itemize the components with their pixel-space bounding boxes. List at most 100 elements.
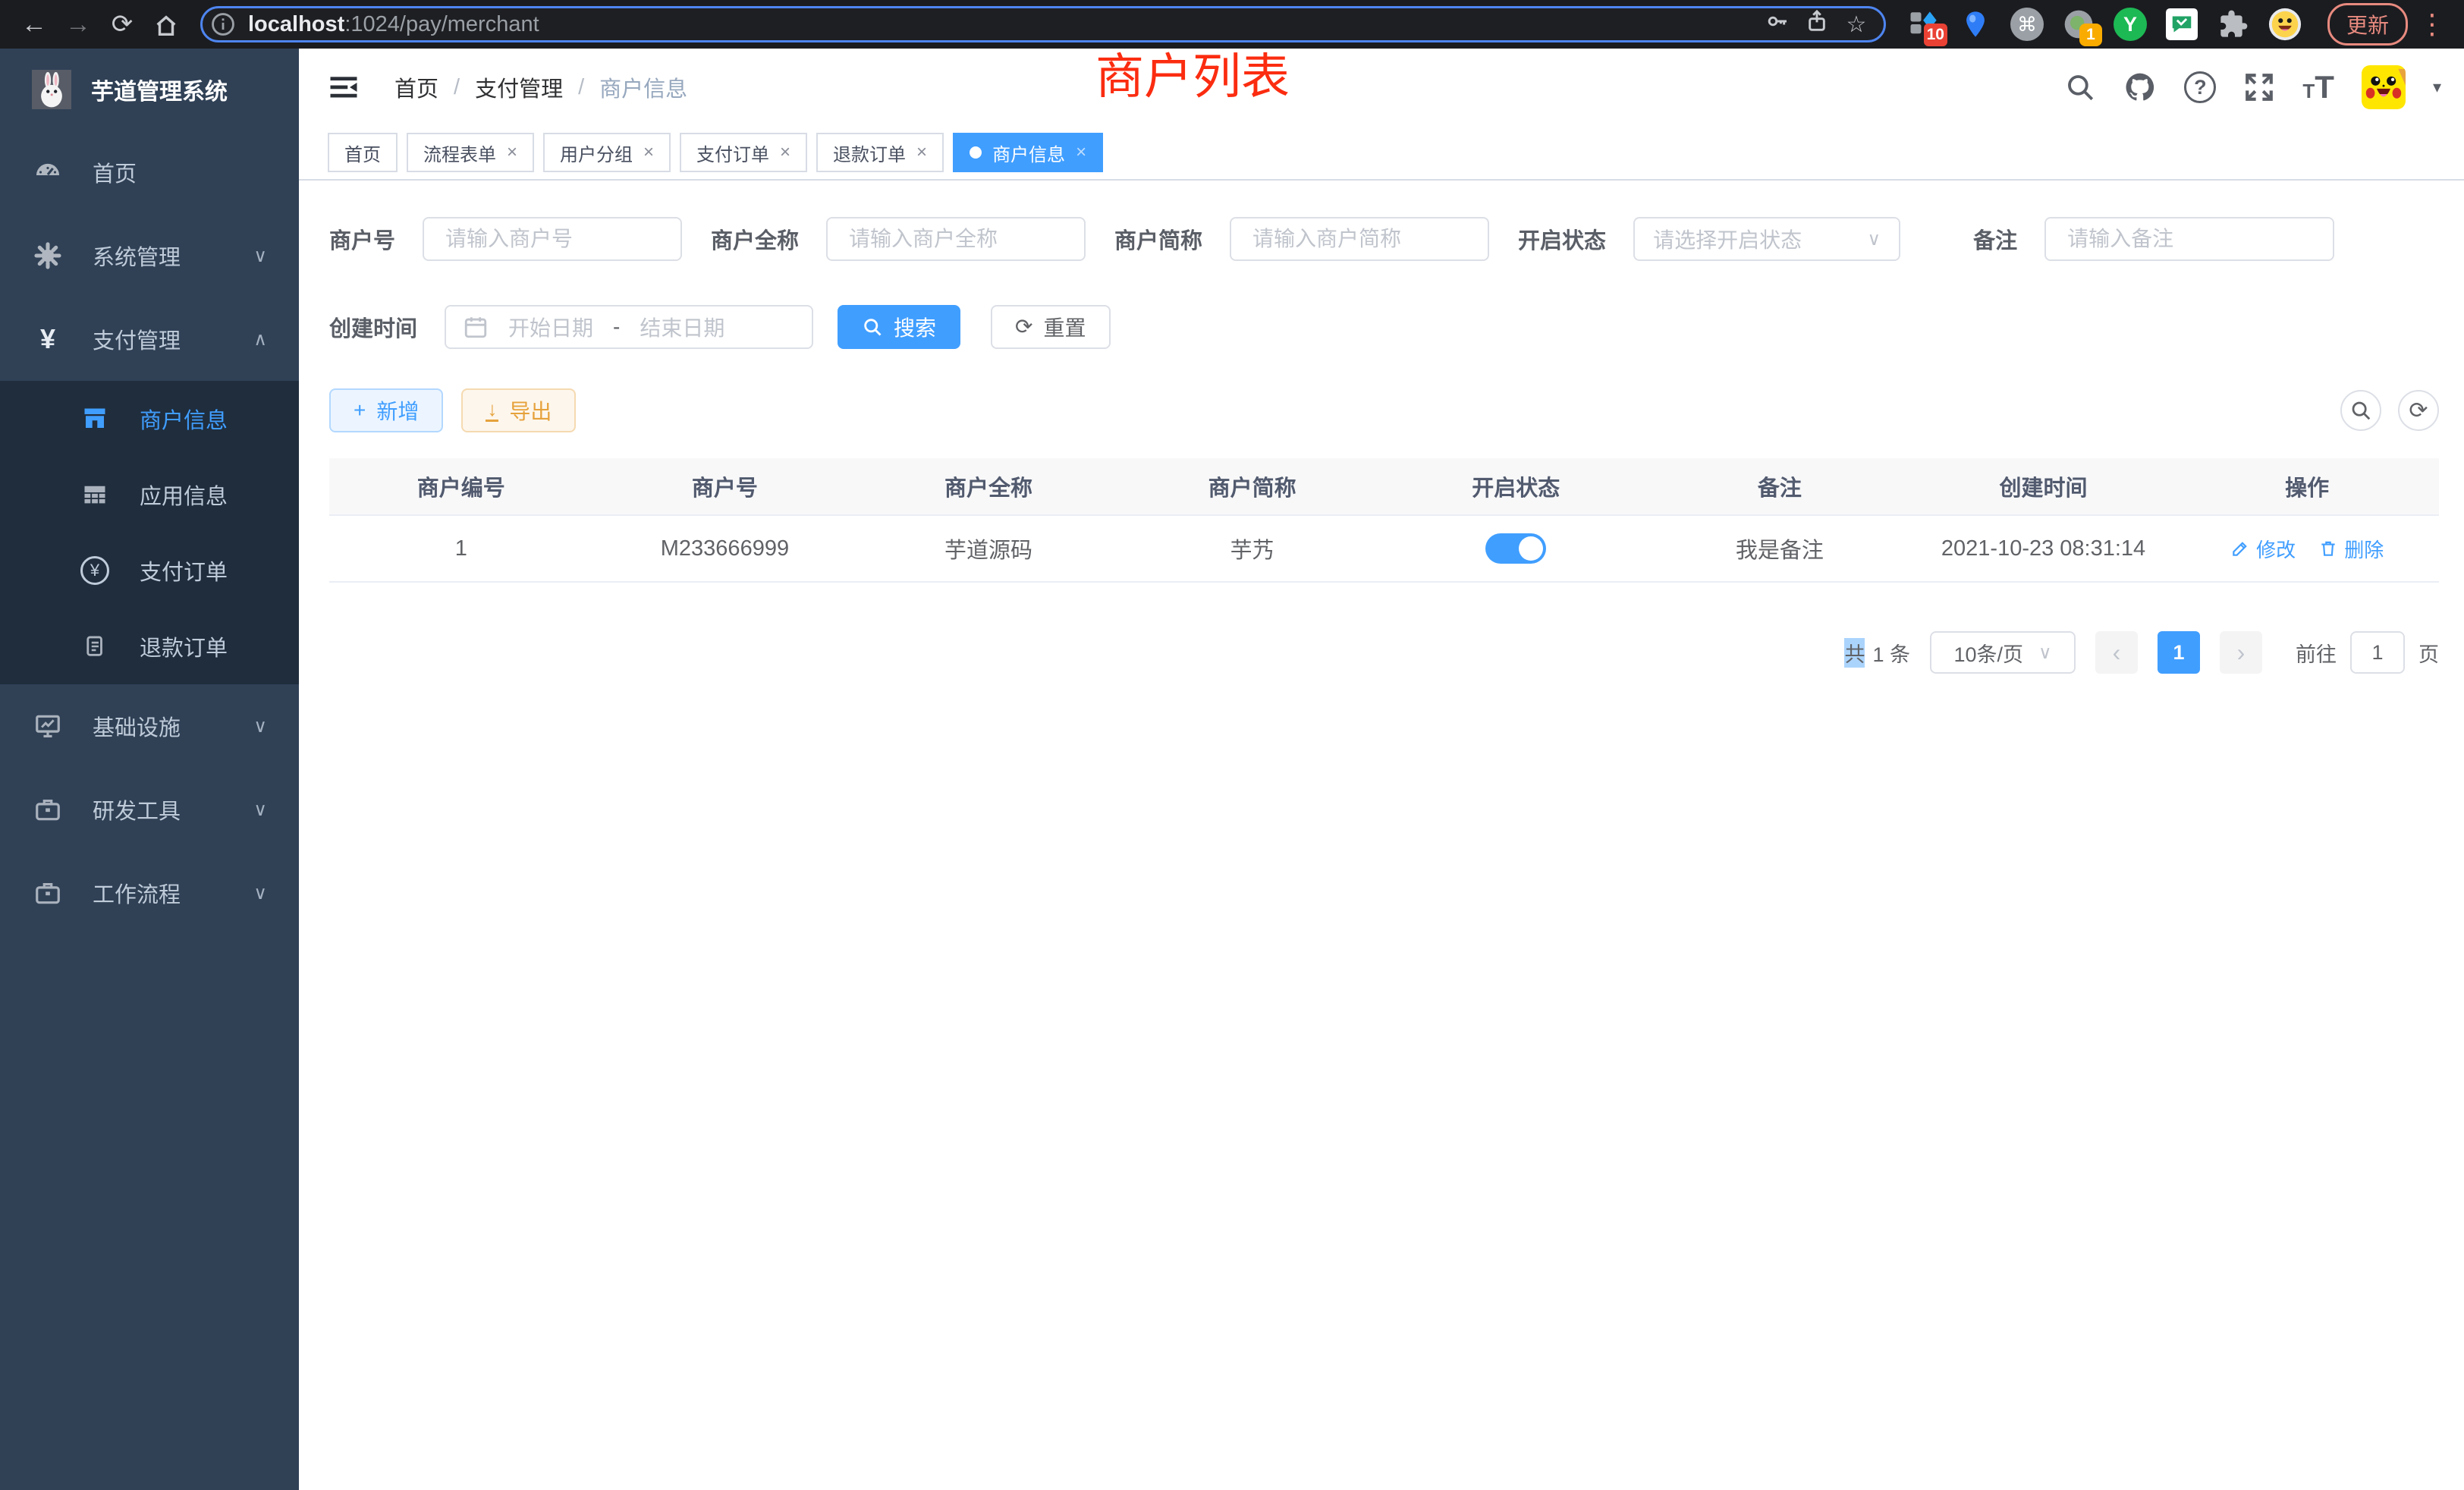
github-icon[interactable] [2123,71,2157,104]
chat-extension-icon[interactable] [2164,7,2199,42]
app-logo[interactable]: 芋道管理系统 [0,49,299,130]
user-avatar[interactable] [2362,65,2406,109]
avatar-caret-down-icon[interactable]: ▾ [2433,77,2441,97]
extensions-puzzle-icon[interactable] [2216,7,2251,42]
end-date-placeholder: 结束日期 [640,312,724,342]
sidebar-item-label: 支付订单 [140,555,228,586]
next-page-button[interactable]: › [2220,631,2262,674]
prev-page-button[interactable]: ‹ [2095,631,2138,674]
cell-merchant-no: M233666999 [593,536,857,561]
profile-avatar-icon[interactable] [2268,7,2302,42]
status-toggle[interactable] [1485,533,1546,564]
breadcrumb-home[interactable]: 首页 [394,71,438,103]
filter-label: 开启状态 [1518,223,1606,255]
recorder-extension-icon[interactable]: 1 [2061,7,2096,42]
sidebar: 芋道管理系统 首页 系统管理 ∨ ¥ 支付管理 ∧ [0,49,299,1490]
font-size-large-glyph: T [2315,72,2334,102]
password-key-icon[interactable] [1758,9,1797,39]
tab-user-group[interactable]: 用户分组× [543,133,671,172]
add-button[interactable]: + 新增 [329,388,443,432]
edit-button[interactable]: 修改 [2230,535,2296,563]
site-info-icon[interactable] [209,10,237,39]
help-icon[interactable]: ? [2184,71,2216,103]
sidebar-item-dev-tools[interactable]: 研发工具 ∨ [0,768,299,851]
close-icon[interactable]: × [643,142,654,163]
extension-manager-icon[interactable]: 10 [1906,7,1941,42]
url-host: localhost [248,12,344,36]
fullscreen-icon[interactable] [2243,71,2275,103]
cell-actions: 修改 删除 [2175,535,2439,563]
close-icon[interactable]: × [916,142,927,163]
sidebar-item-app-info[interactable]: 应用信息 [0,457,299,533]
chevron-down-icon: ∨ [253,799,267,821]
close-icon[interactable]: × [507,142,517,163]
sidebar-item-label: 系统管理 [93,240,181,272]
sidebar-item-payment[interactable]: ¥ 支付管理 ∧ [0,297,299,381]
export-button[interactable]: ↓ 导出 [461,388,576,432]
tab-refund-orders[interactable]: 退款订单× [816,133,944,172]
browser-forward-icon[interactable]: → [56,0,100,49]
table-grid-icon [79,481,111,508]
sidebar-item-pay-orders[interactable]: ¥ 支付订单 [0,533,299,608]
delete-button[interactable]: 删除 [2318,535,2384,563]
full-name-input[interactable] [826,217,1086,261]
sidebar-item-label: 基础设施 [93,710,181,742]
sidebar-collapse-icon[interactable] [328,71,360,103]
header-search-icon[interactable] [2064,71,2096,103]
goto-page-input[interactable] [2350,631,2405,674]
sidebar-item-refund-orders[interactable]: 退款订单 [0,608,299,684]
close-icon[interactable]: × [780,142,790,163]
pin-extension-icon[interactable] [1958,7,1993,42]
status-select[interactable]: 请选择开启状态 ∨ [1633,217,1900,261]
browser-update-button[interactable]: 更新 [2327,3,2408,46]
browser-back-icon[interactable]: ← [12,0,56,49]
short-name-input[interactable] [1230,217,1489,261]
refresh-icon: ⟳ [2409,398,2428,424]
trash-icon [2318,539,2338,558]
search-button-label: 搜索 [894,312,936,342]
plus-icon: + [354,400,366,421]
table-header-row: 商户编号 商户号 商户全称 商户简称 开启状态 备注 创建时间 操作 [329,458,2439,516]
extension-badge: 10 [1924,24,1947,46]
close-icon[interactable]: × [1076,142,1086,163]
edit-label: 修改 [2256,535,2296,563]
tab-process-form[interactable]: 流程表单× [407,133,534,172]
sidebar-item-label: 商户信息 [140,403,228,435]
browser-home-icon[interactable] [144,0,188,49]
active-dot [970,146,982,159]
prev-icon: ‹ [2113,639,2121,667]
search-button[interactable]: 搜索 [838,305,960,349]
breadcrumb-payment[interactable]: 支付管理 [475,71,563,103]
bookmark-star-icon[interactable]: ☆ [1837,11,1876,38]
sidebar-item-workflow[interactable]: 工作流程 ∨ [0,851,299,935]
sidebar-item-system[interactable]: 系统管理 ∨ [0,214,299,297]
page-size-select[interactable]: 10条/页 ∨ [1930,631,2076,674]
date-range-picker[interactable]: 开始日期 - 结束日期 [445,305,813,349]
merchant-no-input[interactable] [423,217,682,261]
col-header: 商户全称 [856,470,1120,502]
y-extension-icon[interactable]: Y [2113,7,2148,42]
show-search-toggle-button[interactable] [2340,390,2381,431]
font-size-icon[interactable]: TT [2302,72,2334,102]
tab-merchant-info[interactable]: 商户信息× [953,133,1103,172]
sidebar-item-home[interactable]: 首页 [0,130,299,214]
command-extension-icon[interactable]: ⌘ [2010,7,2044,42]
next-icon: › [2237,639,2246,667]
sidebar-item-infrastructure[interactable]: 基础设施 ∨ [0,684,299,768]
browser-reload-icon[interactable]: ⟳ [100,0,144,49]
pagination-goto: 前往 页 [2296,631,2439,674]
tab-pay-orders[interactable]: 支付订单× [680,133,807,172]
page-number-1[interactable]: 1 [2158,631,2200,674]
export-button-label: 导出 [509,395,552,426]
address-bar[interactable]: localhost:1024/pay/merchant ☆ [200,6,1886,42]
sidebar-item-label: 支付管理 [93,323,181,355]
sidebar-item-merchant-info[interactable]: 商户信息 [0,381,299,457]
delete-label: 删除 [2344,535,2384,563]
tab-home[interactable]: 首页 [328,133,398,172]
merchant-table: 商户编号 商户号 商户全称 商户简称 开启状态 备注 创建时间 操作 1 M23… [329,458,2439,583]
share-icon[interactable] [1797,9,1837,39]
reset-button[interactable]: ⟳ 重置 [991,305,1110,349]
browser-menu-icon[interactable]: ⋮ [2418,8,2446,40]
remark-input[interactable] [2044,217,2334,261]
refresh-table-button[interactable]: ⟳ [2398,390,2439,431]
